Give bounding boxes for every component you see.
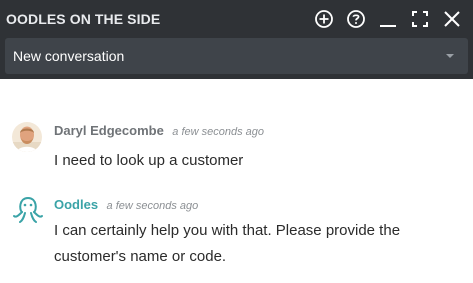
message-text: I can certainly help you with that. Plea… [54,222,401,265]
message-author: Daryl Edgecombe [54,123,164,138]
conversation-select-value: New conversation [13,48,125,64]
message-timestamp: a few seconds ago [172,126,265,138]
help-circle-icon[interactable] [345,8,367,30]
add-circle-icon[interactable] [313,8,335,30]
octopus-icon [12,194,44,226]
chevron-down-icon [446,54,454,58]
message-meta: Oodles a few seconds ago [54,196,198,214]
message-text: I need to look up a customer [54,152,244,169]
message-timestamp: a few seconds ago [106,200,199,212]
close-icon[interactable] [441,8,463,30]
user-avatar [12,122,42,152]
app-header: OODLES ON THE SIDE New conversation [0,0,473,79]
header-actions [313,8,463,30]
conversation-select[interactable]: New conversation [5,38,468,74]
message-author: Oodles [54,197,99,212]
minimize-icon[interactable] [377,8,399,30]
fullscreen-icon[interactable] [409,8,431,30]
app-title: OODLES ON THE SIDE [6,11,161,27]
message-meta: Daryl Edgecombe a few seconds ago [54,122,264,140]
